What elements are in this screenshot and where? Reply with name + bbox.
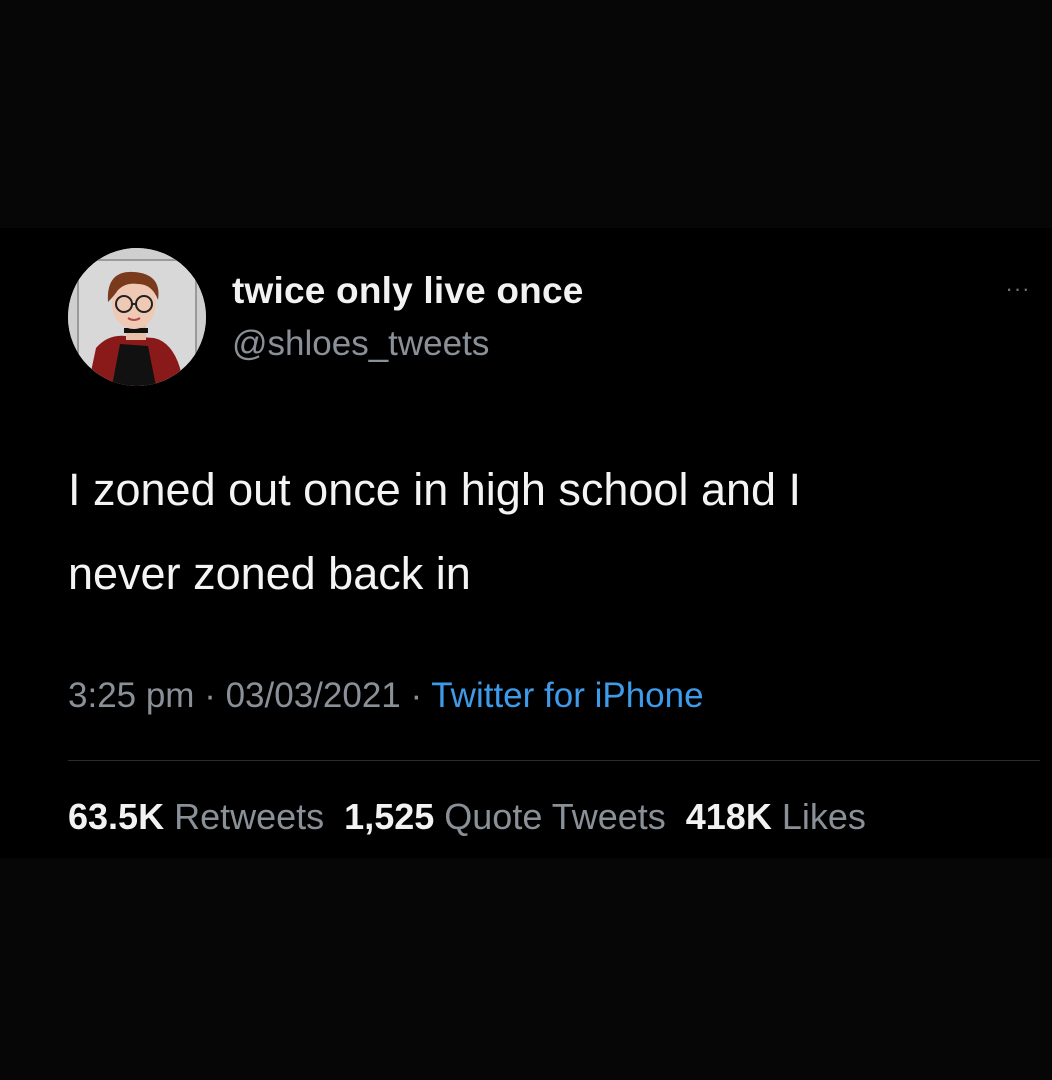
tweet-source-link[interactable]: Twitter for iPhone [431, 676, 703, 715]
tweet-stats: 63.5K Retweets 1,525 Quote Tweets 418K Lik… [68, 796, 886, 838]
tweet-time: 3:25 pm [68, 676, 195, 715]
quote-tweets-stat[interactable]: 1,525 Quote Tweets [344, 796, 666, 837]
user-handle[interactable]: @shloes_tweets [232, 324, 489, 364]
retweets-stat[interactable]: 63.5K Retweets [68, 796, 324, 837]
quote-tweets-count: 1,525 [344, 796, 435, 837]
more-dots-icon[interactable]: ··· [998, 276, 1038, 301]
meta-separator: · [400, 676, 432, 715]
tweet-text-line-1: I zoned out once in high school and I [68, 464, 802, 515]
likes-label: Likes [781, 796, 866, 837]
tweet-card: twice only live once @shloes_tweets ··· … [0, 228, 1052, 858]
tweet-metadata: 3:25 pm · 03/03/2021 · Twitter for iPhon… [68, 676, 704, 716]
meta-separator: · [194, 676, 226, 715]
quote-tweets-label: Quote Tweets [444, 796, 666, 837]
tweet-date: 03/03/2021 [225, 676, 401, 715]
avatar-illustration [68, 248, 206, 386]
avatar[interactable] [68, 248, 206, 386]
tweet-text: I zoned out once in high school and I ne… [68, 448, 1028, 616]
tweet-text-line-2: never zoned back in [68, 548, 471, 599]
retweets-count: 63.5K [68, 796, 165, 837]
likes-stat[interactable]: 418K Likes [686, 796, 866, 837]
page: twice only live once @shloes_tweets ··· … [0, 0, 1052, 1080]
retweets-label: Retweets [174, 796, 325, 837]
likes-count: 418K [685, 796, 772, 837]
divider [68, 760, 1040, 761]
display-name[interactable]: twice only live once [232, 270, 584, 312]
